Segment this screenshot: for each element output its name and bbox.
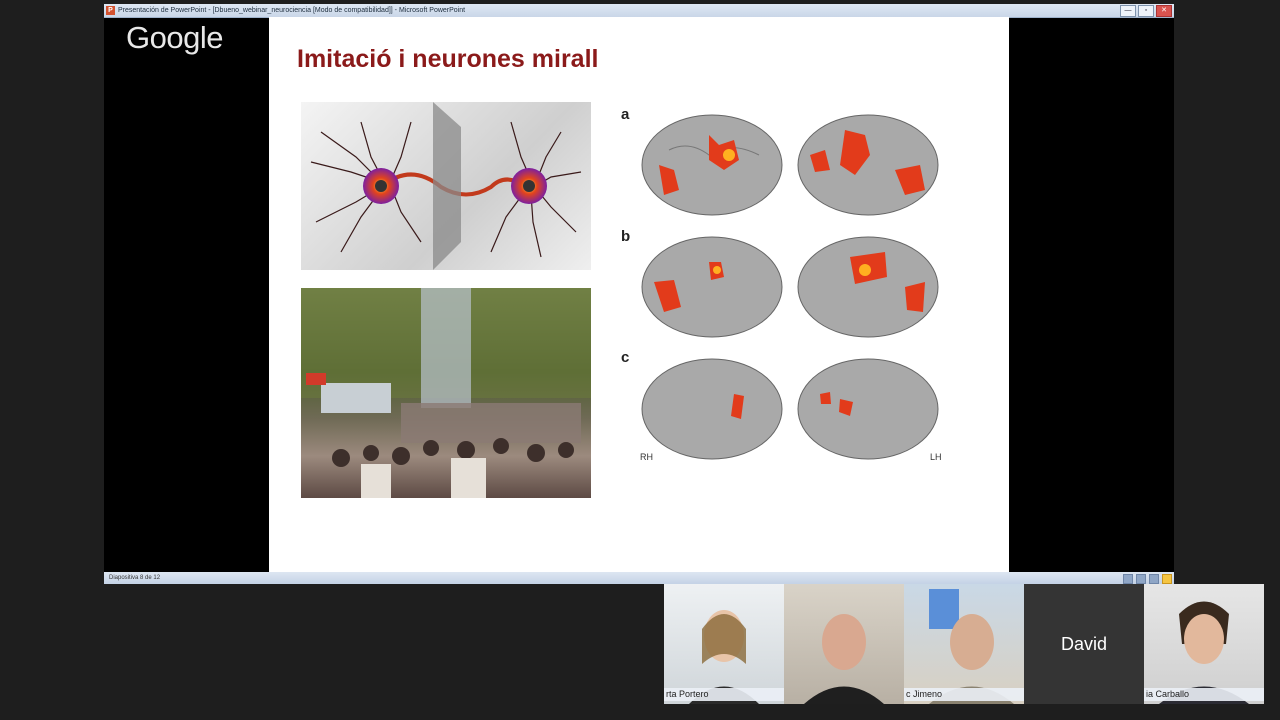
brain-b-left	[797, 236, 939, 338]
mirror-neuron-illustration	[301, 102, 591, 270]
minimize-button[interactable]: —	[1120, 5, 1136, 17]
participant-video	[1159, 601, 1249, 704]
mirror-neuron-svg	[310, 102, 582, 270]
participant-video	[689, 610, 759, 704]
left-hemisphere-label: LH	[930, 452, 942, 462]
participant-name: rta Portero	[664, 688, 784, 701]
participant-tile[interactable]: rta Portero	[664, 584, 784, 704]
reading-view-icon[interactable]	[1149, 574, 1159, 584]
participant-name: David	[1060, 634, 1108, 654]
participant-name: c Jimeno	[904, 688, 1024, 701]
close-button[interactable]: ✕	[1156, 5, 1172, 17]
participant-strip: rta Portero c Jimeno David ia Carballo	[664, 584, 1264, 704]
brain-a-left	[797, 114, 939, 216]
participant-tile[interactable]: ia Carballo	[1144, 584, 1264, 704]
powerpoint-window: P Presentación de PowerPoint - [Dbueno_w…	[104, 4, 1174, 584]
participant-tile[interactable]	[784, 584, 904, 704]
view-buttons	[1123, 574, 1172, 584]
brain-c-right	[641, 358, 783, 460]
row-label-c: c	[621, 349, 630, 366]
row-label-b: b	[621, 228, 631, 245]
status-bar: Diapositiva 8 de 12	[104, 572, 1174, 584]
slideshow-icon[interactable]	[1162, 574, 1172, 584]
slide-canvas: Imitació i neurones mirall a b c RH LH	[269, 17, 1009, 572]
participant-tile[interactable]: David	[1024, 584, 1144, 704]
google-logo: Google	[126, 20, 223, 55]
window-controls: — ▫ ✕	[1120, 5, 1172, 17]
row-label-a: a	[621, 106, 630, 123]
slide-sorter-icon[interactable]	[1136, 574, 1146, 584]
crowd-street-photo	[301, 288, 591, 498]
participant-video	[804, 614, 884, 704]
crowd-photo-svg	[301, 288, 591, 498]
participant-tile[interactable]: c Jimeno	[904, 584, 1024, 704]
maximize-button[interactable]: ▫	[1138, 5, 1154, 17]
window-title: Presentación de PowerPoint - [Dbueno_web…	[118, 7, 466, 14]
participant-video	[929, 589, 1014, 704]
brain-activation-figure: a b c RH LH	[619, 102, 949, 472]
brain-b-right	[641, 236, 783, 338]
slide-counter: Diapositiva 8 de 12	[109, 575, 161, 581]
brain-c-left	[797, 358, 939, 460]
slide-title: Imitació i neurones mirall	[297, 45, 599, 73]
window-titlebar: P Presentación de PowerPoint - [Dbueno_w…	[104, 4, 1174, 18]
right-hemisphere-label: RH	[640, 452, 653, 462]
powerpoint-icon[interactable]: P	[106, 6, 115, 15]
brain-a-right	[641, 114, 783, 216]
participant-name: ia Carballo	[1144, 688, 1264, 701]
normal-view-icon[interactable]	[1123, 574, 1133, 584]
